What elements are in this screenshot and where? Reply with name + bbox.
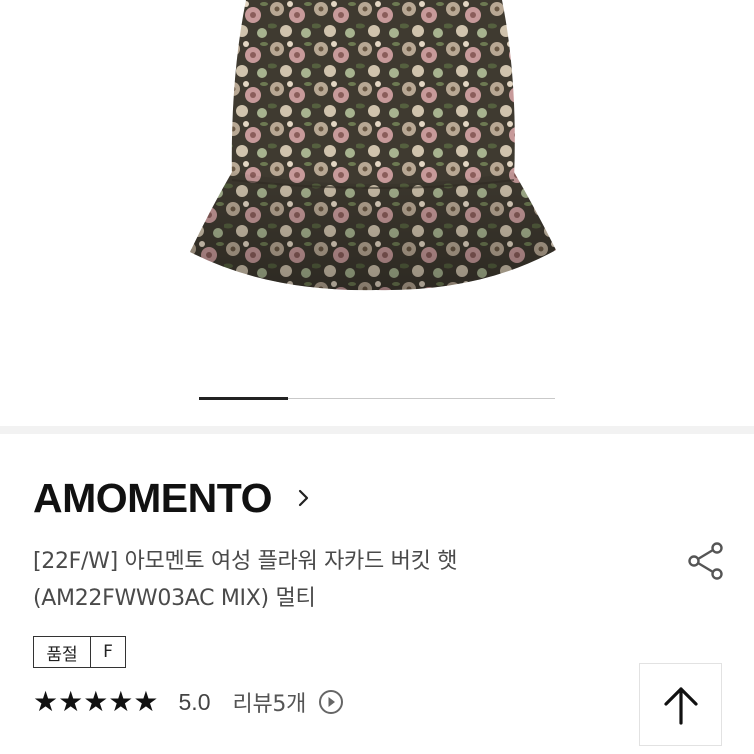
- product-title-line2: (AM22FWW03AC MIX) 멀티: [33, 586, 316, 611]
- product-image: [190, 0, 556, 291]
- product-title: [22F/W] 아모멘토 여성 플라워 자카드 버킷 햇 (AM22FWW03A…: [33, 543, 593, 617]
- arrow-up-icon: [663, 686, 698, 725]
- chevron-right-icon: [298, 489, 309, 507]
- quality-value: F: [103, 642, 113, 662]
- star-rating: ★★★★★: [33, 688, 162, 716]
- share-icon[interactable]: [686, 541, 726, 581]
- gallery-progress-indicator: [199, 397, 288, 400]
- scroll-top-button[interactable]: [639, 663, 722, 746]
- gallery-progress-bar: [199, 397, 555, 400]
- play-circle-icon[interactable]: [318, 689, 344, 715]
- brand-link[interactable]: AMOMENTO: [33, 470, 312, 526]
- product-image-gallery[interactable]: [0, 0, 754, 426]
- rating-row: ★★★★★ 5.0 리뷰5개: [33, 684, 344, 720]
- product-title-line1: [22F/W] 아모멘토 여성 플라워 자카드 버킷 햇: [33, 549, 458, 574]
- section-divider: [0, 426, 754, 434]
- reviews-link[interactable]: 리뷰5개: [233, 686, 307, 718]
- rating-score: 5.0: [178, 688, 211, 715]
- quality-badge: 품절 F: [33, 636, 126, 668]
- quality-label: 품절: [34, 637, 91, 667]
- star-icons: ★★★★★: [33, 685, 159, 718]
- brand-name: AMOMENTO: [33, 474, 272, 521]
